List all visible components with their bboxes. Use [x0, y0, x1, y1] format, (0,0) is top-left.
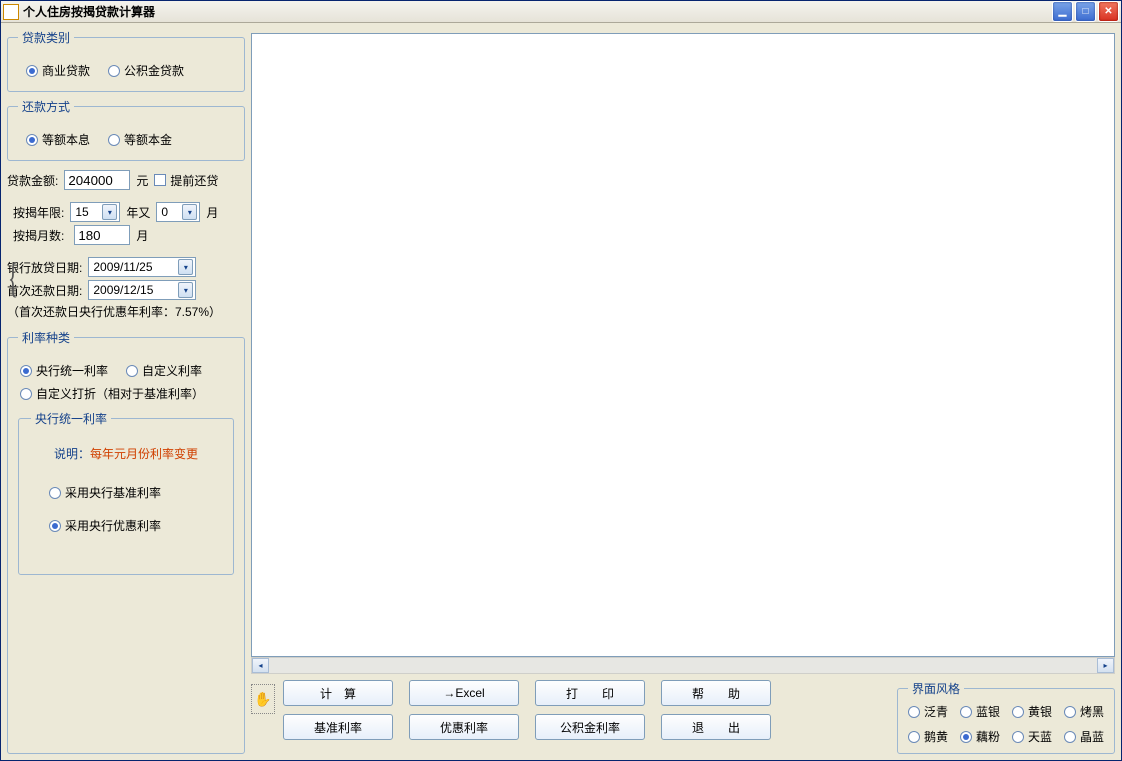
help-button[interactable]: 帮 助 [661, 680, 771, 706]
loan-type-commercial-label: 商业贷款 [42, 62, 90, 79]
rate-custom-label: 自定义利率 [142, 362, 202, 379]
amount-input[interactable] [64, 170, 130, 190]
titlebar: 个人住房按揭贷款计算器 ▁ □ ✕ [1, 1, 1121, 23]
client-area: { 贷款类别 商业贷款 公积金贷款 还款方式 等额本息 等额本金 贷款金额: [1, 23, 1121, 760]
result-canvas [251, 33, 1115, 657]
button-bar: ✋ 计 算 基准利率 →Excel 优惠利率 打 印 公积金利率 [251, 680, 1115, 754]
brace: { [8, 258, 18, 300]
central-rate-fieldset: 央行统一利率 说明：每年元月份利率变更 采用央行基准利率 采用央行优惠利率 [18, 410, 234, 575]
rate-type-fieldset: 利率种类 央行统一利率 自定义利率 自定义打折（相对于基准利率） 央行统一利率 … [7, 329, 245, 754]
rate-custom-radio[interactable]: 自定义利率 [126, 362, 202, 379]
theme-kaohei-radio[interactable]: 烤黑 [1064, 703, 1104, 720]
amount-label: 贷款金额: [7, 172, 58, 189]
repay-equal-principal-radio[interactable]: 等额本金 [108, 131, 172, 148]
window-title: 个人住房按揭贷款计算器 [23, 3, 1050, 20]
repay-mode-fieldset: 还款方式 等额本息 等额本金 [7, 98, 245, 161]
gjj-rate-button[interactable]: 公积金利率 [535, 714, 645, 740]
term-years-row: 按揭年限: 15▾ 年又 0▾ 月 [13, 202, 245, 222]
term-months-unit: 月 [206, 204, 218, 221]
close-button[interactable]: ✕ [1098, 1, 1119, 22]
issue-date-row: 银行放贷日期: 2009/11/25▾ [7, 257, 245, 277]
rate-type-legend: 利率种类 [18, 329, 74, 346]
loan-type-gjj-radio[interactable]: 公积金贷款 [108, 62, 184, 79]
theme-oufen-radio[interactable]: 藕粉 [960, 728, 1000, 745]
scroll-left-icon[interactable]: ◂ [252, 658, 269, 673]
loan-type-legend: 贷款类别 [18, 29, 74, 46]
chevron-down-icon: ▾ [178, 282, 193, 298]
chevron-down-icon: ▾ [182, 204, 197, 220]
term-years-label: 按揭年限: [13, 204, 64, 221]
fav-rate-button[interactable]: 优惠利率 [409, 714, 519, 740]
term-months-unit2: 月 [136, 227, 148, 244]
repay-equal-installment-radio[interactable]: 等额本息 [26, 131, 90, 148]
first-repay-row: 首次还款日期: 2009/12/15▾ [7, 280, 245, 300]
prepay-label: 提前还贷 [170, 172, 218, 189]
theme-legend: 界面风格 [908, 680, 964, 697]
app-icon [3, 4, 19, 20]
maximize-button[interactable]: □ [1075, 1, 1096, 22]
loan-type-gjj-label: 公积金贷款 [124, 62, 184, 79]
export-excel-button[interactable]: →Excel [409, 680, 519, 706]
rate-discount-radio[interactable]: 自定义打折（相对于基准利率） [20, 385, 234, 402]
repay-equal-principal-label: 等额本金 [124, 131, 172, 148]
rate-discount-label: 自定义打折（相对于基准利率） [36, 385, 204, 402]
term-extra-months-select[interactable]: 0▾ [156, 202, 200, 222]
scroll-right-icon[interactable]: ▸ [1097, 658, 1114, 673]
first-repay-date-picker[interactable]: 2009/12/15▾ [88, 280, 196, 300]
theme-fanqing-radio[interactable]: 泛青 [908, 703, 948, 720]
chevron-down-icon: ▾ [178, 259, 193, 275]
cursor-toggle-button[interactable]: ✋ [251, 684, 275, 714]
first-repay-label: 首次还款日期: [7, 282, 82, 299]
calculate-button[interactable]: 计 算 [283, 680, 393, 706]
theme-ehuang-radio[interactable]: 鹅黄 [908, 728, 948, 745]
rate-central-label: 央行统一利率 [36, 362, 108, 379]
term-months-input[interactable] [74, 225, 130, 245]
exit-button[interactable]: 退 出 [661, 714, 771, 740]
repay-mode-legend: 还款方式 [18, 98, 74, 115]
issue-date-label: 银行放贷日期: [7, 259, 82, 276]
term-years-select[interactable]: 15▾ [70, 202, 120, 222]
theme-tianlan-radio[interactable]: 天蓝 [1012, 728, 1052, 745]
use-base-rate-label: 采用央行基准利率 [65, 484, 161, 501]
rate-change-note: 说明：每年元月份利率变更 [31, 445, 221, 462]
use-base-rate-radio[interactable]: 采用央行基准利率 [49, 484, 221, 501]
print-button[interactable]: 打 印 [535, 680, 645, 706]
right-panel: ◂ ▸ ✋ 计 算 基准利率 →Excel 优惠利率 打 印 公 [251, 29, 1115, 754]
base-rate-button[interactable]: 基准利率 [283, 714, 393, 740]
issue-date-picker[interactable]: 2009/11/25▾ [88, 257, 196, 277]
use-fav-rate-radio[interactable]: 采用央行优惠利率 [49, 517, 221, 534]
chevron-down-icon: ▾ [102, 204, 117, 220]
use-fav-rate-label: 采用央行优惠利率 [65, 517, 161, 534]
left-panel: 贷款类别 商业贷款 公积金贷款 还款方式 等额本息 等额本金 贷款金额: 元 提… [7, 29, 245, 754]
minimize-button[interactable]: ▁ [1052, 1, 1073, 22]
window: 个人住房按揭贷款计算器 ▁ □ ✕ { 贷款类别 商业贷款 公积金贷款 还款方式… [0, 0, 1122, 761]
loan-type-fieldset: 贷款类别 商业贷款 公积金贷款 [7, 29, 245, 92]
term-months-label: 按揭月数: [13, 227, 64, 244]
theme-lanyin-radio[interactable]: 蓝银 [960, 703, 1000, 720]
rate-note-text: （首次还款日央行优惠年利率：7.57%） [7, 303, 221, 320]
theme-huangyin-radio[interactable]: 黄银 [1012, 703, 1052, 720]
central-rate-legend: 央行统一利率 [31, 410, 111, 427]
horizontal-scrollbar[interactable]: ◂ ▸ [251, 657, 1115, 674]
theme-jinglan-radio[interactable]: 晶蓝 [1064, 728, 1104, 745]
prepay-checkbox[interactable]: 提前还贷 [154, 172, 218, 189]
loan-type-commercial-radio[interactable]: 商业贷款 [26, 62, 90, 79]
amount-row: 贷款金额: 元 提前还贷 [7, 170, 245, 190]
amount-unit: 元 [136, 172, 148, 189]
theme-fieldset: 界面风格 泛青 蓝银 黄银 烤黑 鹅黄 藕粉 天蓝 晶蓝 [897, 680, 1115, 754]
term-months-row: 按揭月数: 月 [13, 225, 245, 245]
repay-equal-installment-label: 等额本息 [42, 131, 90, 148]
rate-note: （首次还款日央行优惠年利率：7.57%） [7, 303, 245, 320]
term-years-mid: 年又 [126, 204, 150, 221]
rate-central-radio[interactable]: 央行统一利率 [20, 362, 108, 379]
